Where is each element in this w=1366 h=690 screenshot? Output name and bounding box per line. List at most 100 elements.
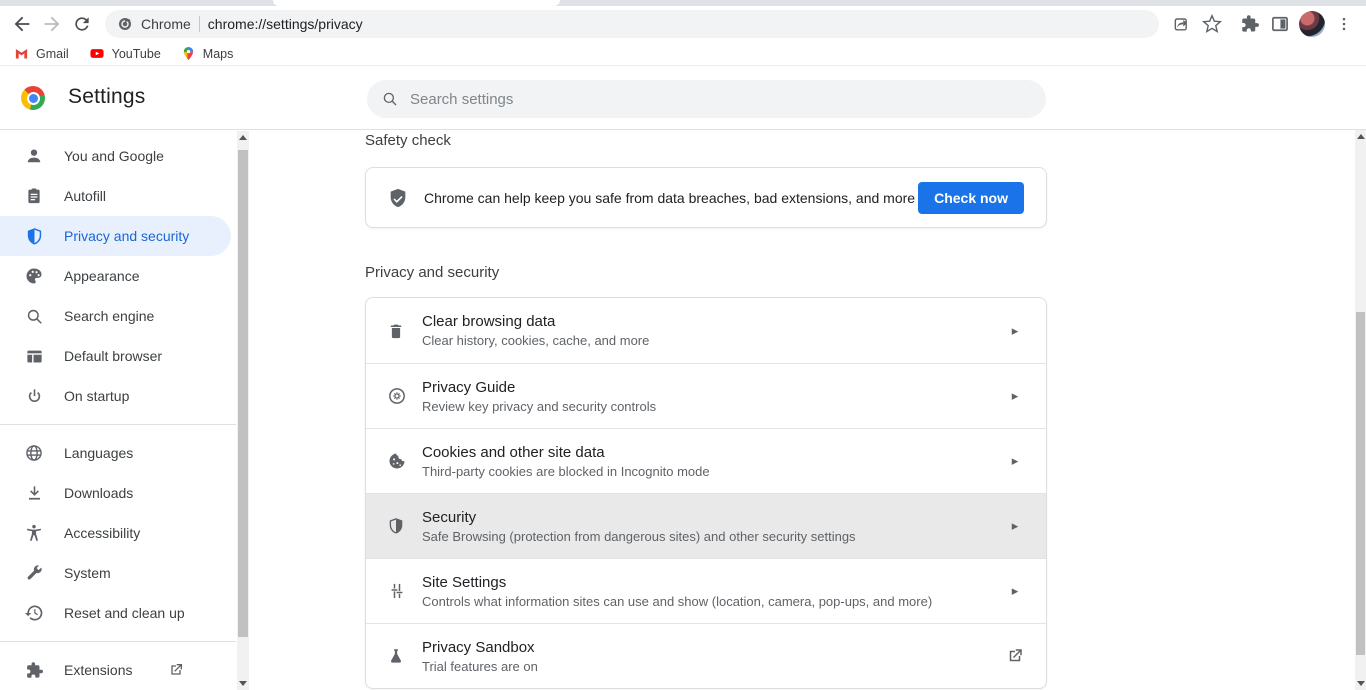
- sidebar-item-label: Default browser: [64, 348, 162, 364]
- sidebar-item-on-startup[interactable]: On startup: [0, 376, 231, 416]
- sidebar-item-label: Extensions: [64, 662, 132, 678]
- scroll-down-button[interactable]: [237, 677, 249, 690]
- sidebar-item-search-engine[interactable]: Search engine: [0, 296, 231, 336]
- browser-menu-button[interactable]: [1329, 9, 1359, 39]
- row-cookies[interactable]: Cookies and other site data Third-party …: [366, 428, 1046, 493]
- scrollbar-thumb[interactable]: [1356, 312, 1365, 655]
- extensions-button[interactable]: [1235, 9, 1265, 39]
- cookie-icon: [387, 451, 407, 471]
- side-panel-icon: [1270, 14, 1290, 34]
- flask-icon: [387, 646, 407, 666]
- sidebar-item-appearance[interactable]: Appearance: [0, 256, 231, 296]
- sidebar-item-label: Downloads: [64, 485, 133, 501]
- open-in-new-icon: [1005, 647, 1025, 665]
- sidebar-item-accessibility[interactable]: Accessibility: [0, 513, 231, 553]
- row-site-settings[interactable]: Site Settings Controls what information …: [366, 558, 1046, 623]
- reload-button[interactable]: [67, 9, 97, 39]
- sidebar-divider: [0, 641, 236, 642]
- security-shield-icon: [387, 516, 407, 536]
- sidebar-scrollbar[interactable]: [237, 131, 249, 690]
- search-icon: [381, 90, 399, 108]
- row-subtitle: Controls what information sites can use …: [422, 594, 1005, 609]
- sidebar-item-extensions[interactable]: Extensions: [0, 650, 231, 690]
- gmail-icon: [14, 46, 29, 61]
- sidebar-item-system[interactable]: System: [0, 553, 231, 593]
- profile-avatar[interactable]: [1299, 11, 1325, 37]
- scroll-up-button[interactable]: [237, 131, 249, 144]
- row-privacy-sandbox[interactable]: Privacy Sandbox Trial features are on: [366, 623, 1046, 688]
- sidebar-item-reset-and-clean-up[interactable]: Reset and clean up: [0, 593, 231, 633]
- sidebar-item-label: Autofill: [64, 188, 106, 204]
- share-icon: [1172, 14, 1192, 34]
- bookmark-star-button[interactable]: [1197, 9, 1227, 39]
- browser-toolbar: Chrome chrome://settings/privacy: [0, 6, 1366, 42]
- share-button[interactable]: [1167, 9, 1197, 39]
- bookmark-gmail[interactable]: Gmail: [14, 46, 69, 61]
- sidebar-item-label: You and Google: [64, 148, 164, 164]
- address-bar[interactable]: Chrome chrome://settings/privacy: [105, 10, 1159, 38]
- privacy-card: Clear browsing data Clear history, cooki…: [365, 297, 1047, 689]
- bookmark-label: Maps: [203, 47, 234, 61]
- scroll-up-button[interactable]: [1355, 130, 1366, 143]
- trash-icon: [387, 321, 407, 341]
- sidebar-item-privacy-and-security[interactable]: Privacy and security: [0, 216, 231, 256]
- person-icon: [24, 146, 44, 166]
- row-security[interactable]: Security Safe Browsing (protection from …: [366, 493, 1046, 558]
- row-privacy-guide[interactable]: Privacy Guide Review key privacy and sec…: [366, 363, 1046, 428]
- puzzle-icon: [24, 660, 44, 680]
- sidebar-item-autofill[interactable]: Autofill: [0, 176, 231, 216]
- url-text[interactable]: chrome://settings/privacy: [208, 16, 363, 32]
- sidebar-item-downloads[interactable]: Downloads: [0, 473, 231, 513]
- bookmark-youtube[interactable]: YouTube: [89, 46, 161, 61]
- wrench-icon: [24, 563, 44, 583]
- settings-search-input[interactable]: Search settings: [367, 80, 1046, 118]
- scroll-down-button[interactable]: [1355, 677, 1366, 690]
- globe-icon: [24, 443, 44, 463]
- row-subtitle: Clear history, cookies, cache, and more: [422, 333, 1005, 348]
- settings-content: Safety check Chrome can help keep you sa…: [365, 130, 1047, 689]
- row-clear-browsing-data[interactable]: Clear browsing data Clear history, cooki…: [366, 298, 1046, 363]
- row-arrow-icon: ▸: [1005, 583, 1025, 599]
- row-subtitle: Safe Browsing (protection from dangerous…: [422, 529, 1005, 544]
- safety-check-card: Chrome can help keep you safe from data …: [365, 167, 1047, 228]
- row-title: Clear browsing data: [422, 313, 1005, 330]
- url-scheme-label: Chrome: [141, 16, 191, 32]
- row-subtitle: Trial features are on: [422, 659, 1005, 674]
- row-title: Cookies and other site data: [422, 444, 1005, 461]
- row-title: Privacy Sandbox: [422, 639, 1005, 656]
- youtube-icon: [89, 46, 105, 61]
- sidebar-item-label: Accessibility: [64, 525, 140, 541]
- page-scrollbar[interactable]: [1355, 130, 1366, 690]
- side-panel-button[interactable]: [1265, 9, 1295, 39]
- chrome-logo-icon: [21, 86, 45, 110]
- scrollbar-thumb[interactable]: [238, 150, 248, 637]
- back-icon: [11, 13, 33, 35]
- palette-icon: [24, 266, 44, 286]
- check-now-button[interactable]: Check now: [918, 182, 1024, 214]
- bookmark-maps[interactable]: Maps: [181, 46, 234, 61]
- sidebar-item-default-browser[interactable]: Default browser: [0, 336, 231, 376]
- sidebar-item-languages[interactable]: Languages: [0, 433, 231, 473]
- history-icon: [24, 603, 44, 623]
- row-arrow-icon: ▸: [1005, 388, 1025, 404]
- bookmarks-bar: Gmail YouTube Maps: [0, 42, 1366, 66]
- chrome-favicon-icon: [117, 16, 133, 32]
- sidebar-item-you-and-google[interactable]: You and Google: [0, 136, 231, 176]
- settings-sidebar: You and Google Autofill Privacy and secu…: [0, 130, 236, 690]
- three-dot-menu-icon: [1335, 15, 1353, 33]
- bookmark-label: YouTube: [112, 47, 161, 61]
- back-button[interactable]: [7, 9, 37, 39]
- privacy-guide-icon: [387, 386, 407, 406]
- section-title-safety-check: Safety check: [365, 132, 1047, 150]
- accessibility-icon: [24, 523, 44, 543]
- safety-check-description: Chrome can help keep you safe from data …: [424, 190, 918, 206]
- row-title: Security: [422, 509, 1005, 526]
- open-in-new-icon: [168, 662, 184, 678]
- shield-icon: [24, 226, 44, 246]
- forward-icon: [41, 13, 63, 35]
- shield-check-icon: [387, 187, 409, 209]
- forward-button[interactable]: [37, 9, 67, 39]
- sidebar-item-label: Appearance: [64, 268, 140, 284]
- row-arrow-icon: ▸: [1005, 518, 1025, 534]
- sidebar-divider: [0, 424, 236, 425]
